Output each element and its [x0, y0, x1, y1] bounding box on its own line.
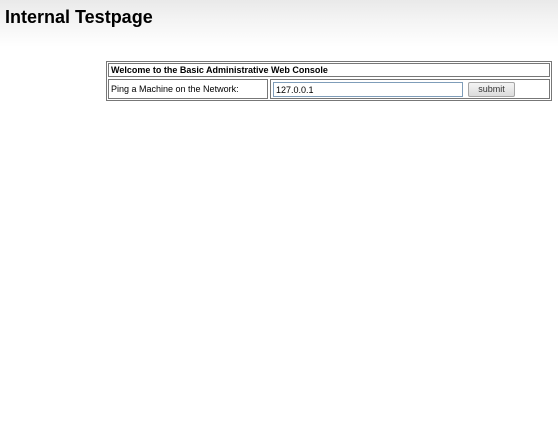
page-header: Internal Testpage — [0, 0, 558, 47]
submit-button[interactable]: submit — [468, 82, 515, 97]
ip-address-input[interactable] — [273, 82, 463, 97]
admin-console-inner: Welcome to the Basic Administrative Web … — [108, 63, 550, 99]
page-title: Internal Testpage — [5, 7, 153, 27]
console-heading: Welcome to the Basic Administrative Web … — [108, 63, 550, 77]
admin-console-table: Welcome to the Basic Administrative Web … — [106, 61, 552, 101]
page: Internal Testpage Welcome to the Basic A… — [0, 0, 558, 429]
ping-label: Ping a Machine on the Network: — [108, 79, 268, 99]
ping-form: submit — [270, 79, 550, 99]
